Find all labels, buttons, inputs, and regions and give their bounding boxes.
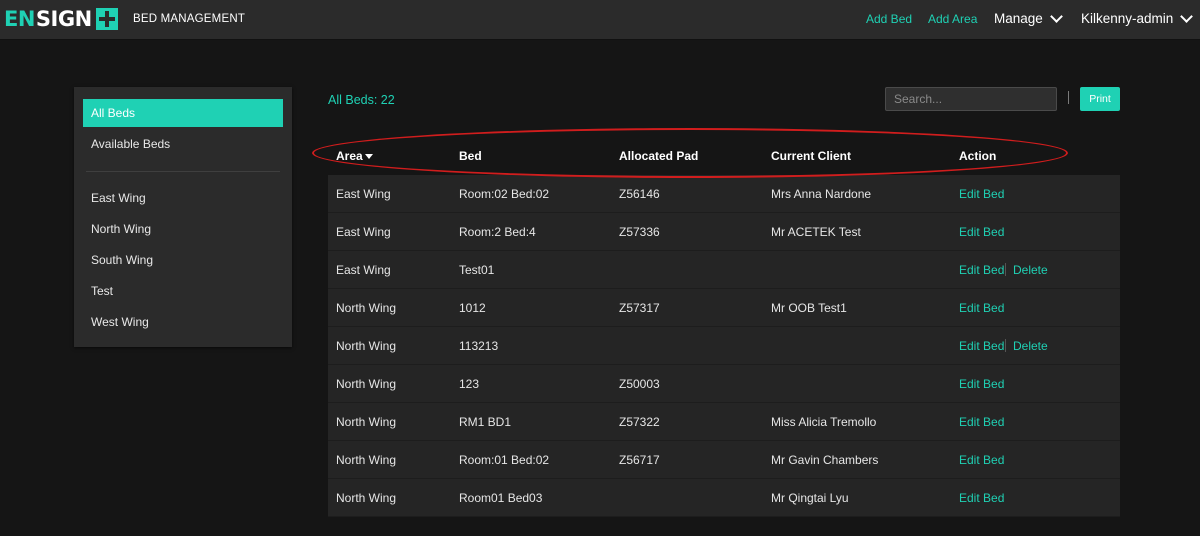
table-row: North Wing RM1 BD1 Z57322 Miss Alicia Tremo… xyxy=(328,403,1120,441)
cell-area: East Wing xyxy=(336,187,391,201)
cell-bed: Room:01 Bed:02 xyxy=(459,453,550,467)
table-row: North Wing 1012 Z57317 Mr OOB Test1 Edit Bed xyxy=(328,289,1120,327)
manage-menu-label: Manage xyxy=(994,11,1043,26)
logo-text-sign: SIGN xyxy=(35,6,92,31)
search-input[interactable] xyxy=(885,87,1057,111)
cell-area: North Wing xyxy=(336,453,397,467)
table-row: East Wing Test01 Edit Bed Delete xyxy=(328,251,1120,289)
sidebar: All Beds Available Beds East Wing North … xyxy=(74,87,292,347)
delete-bed-link[interactable]: Delete xyxy=(1013,263,1048,277)
cell-current-client: Mr Qingtai Lyu xyxy=(771,491,849,505)
ensign-logo[interactable]: EN SIGN xyxy=(4,7,118,31)
edit-bed-link[interactable]: Edit Bed xyxy=(959,187,1004,201)
edit-bed-link[interactable]: Edit Bed xyxy=(959,415,1004,429)
print-button[interactable]: Print xyxy=(1080,87,1120,111)
edit-bed-link[interactable]: Edit Bed xyxy=(959,301,1004,315)
user-menu-label: Kilkenny-admin xyxy=(1081,11,1174,26)
table-row: North Wing 113213 Edit Bed Delete xyxy=(328,327,1120,365)
column-header-allocated-pad[interactable]: Allocated Pad xyxy=(619,149,698,163)
cell-bed: 1012 xyxy=(459,301,486,315)
user-menu[interactable]: Kilkenny-admin xyxy=(1081,10,1194,26)
top-bar: EN SIGN BED MANAGEMENT Add Bed Add Area … xyxy=(0,0,1200,39)
cell-bed: Room01 Bed03 xyxy=(459,491,543,505)
cell-bed: 123 xyxy=(459,377,480,391)
column-header-action: Action xyxy=(959,149,997,163)
cell-allocated-pad: Z57336 xyxy=(619,225,660,239)
table-row: North Wing Room:01 Bed:02 Z56717 Mr Gavin C… xyxy=(328,441,1120,479)
table-header: Area Bed Allocated Pad Current Client Ac… xyxy=(328,137,1120,175)
sidebar-item-east-wing[interactable]: East Wing xyxy=(83,184,283,212)
column-header-area[interactable]: Area xyxy=(336,149,373,163)
table-row: North Wing 123 Z50003 Edit Bed xyxy=(328,365,1120,403)
table-row: North Wing Room01 Bed03 Mr Qingtai Lyu Edit… xyxy=(328,479,1120,517)
cell-allocated-pad: Z56717 xyxy=(619,453,660,467)
cell-area: East Wing xyxy=(336,263,391,277)
app-title: BED MANAGEMENT xyxy=(133,13,246,25)
cell-area: North Wing xyxy=(336,301,397,315)
edit-bed-link[interactable]: Edit Bed xyxy=(959,377,1004,391)
chevron-down-icon xyxy=(1180,10,1194,23)
edit-bed-link[interactable]: Edit Bed xyxy=(959,491,1004,505)
table-body: East Wing Room:02 Bed:02 Z56146 Mrs Anna Na… xyxy=(328,175,1120,517)
table-row: East Wing Room:02 Bed:02 Z56146 Mrs Anna Na… xyxy=(328,175,1120,213)
cell-bed: 113213 xyxy=(459,339,499,353)
sidebar-item-north-wing[interactable]: North Wing xyxy=(83,215,283,243)
add-area-link[interactable]: Add Area xyxy=(928,12,977,26)
cell-allocated-pad: Z57322 xyxy=(619,415,660,429)
column-header-label: Area xyxy=(336,149,363,163)
action-divider xyxy=(1005,339,1006,352)
chevron-down-icon xyxy=(1049,10,1063,23)
medical-cross-icon xyxy=(95,8,118,30)
cell-area: East Wing xyxy=(336,225,391,239)
cell-allocated-pad: Z57317 xyxy=(619,301,660,315)
sidebar-divider xyxy=(86,171,280,172)
cell-current-client: Miss Alicia Tremollo xyxy=(771,415,877,429)
cell-allocated-pad: Z50003 xyxy=(619,377,660,391)
cell-bed: RM1 BD1 xyxy=(459,415,512,429)
beds-table: Area Bed Allocated Pad Current Client Ac… xyxy=(328,137,1120,517)
cell-bed: Room:2 Bed:4 xyxy=(459,225,536,239)
cell-current-client: Mr OOB Test1 xyxy=(771,301,847,315)
delete-bed-link[interactable]: Delete xyxy=(1013,339,1048,353)
cell-current-client: Mr Gavin Chambers xyxy=(771,453,879,467)
sidebar-item-available-beds[interactable]: Available Beds xyxy=(83,130,283,158)
cell-bed: Test01 xyxy=(459,263,495,277)
cell-area: North Wing xyxy=(336,491,397,505)
bed-count-label: All Beds: 22 xyxy=(328,93,395,107)
table-row: East Wing Room:2 Bed:4 Z57336 Mr ACETEK Tes… xyxy=(328,213,1120,251)
column-header-bed[interactable]: Bed xyxy=(459,149,482,163)
column-header-current-client[interactable]: Current Client xyxy=(771,149,851,163)
manage-menu[interactable]: Manage xyxy=(994,10,1063,26)
sidebar-item-all-beds[interactable]: All Beds xyxy=(83,99,283,127)
logo-text-en: EN xyxy=(4,6,35,31)
edit-bed-link[interactable]: Edit Bed xyxy=(959,453,1004,467)
edit-bed-link[interactable]: Edit Bed xyxy=(959,339,1004,353)
sidebar-item-west-wing[interactable]: West Wing xyxy=(83,308,283,336)
action-divider xyxy=(1005,263,1006,276)
sidebar-item-test[interactable]: Test xyxy=(83,277,283,305)
sort-desc-icon xyxy=(364,154,373,160)
cell-allocated-pad: Z56146 xyxy=(619,187,660,201)
cell-area: North Wing xyxy=(336,377,397,391)
edit-bed-link[interactable]: Edit Bed xyxy=(959,225,1004,239)
cell-area: North Wing xyxy=(336,339,397,353)
cell-current-client: Mrs Anna Nardone xyxy=(771,187,872,201)
toolbar-divider xyxy=(1068,91,1069,104)
cell-current-client: Mr ACETEK Test xyxy=(771,225,861,239)
edit-bed-link[interactable]: Edit Bed xyxy=(959,263,1004,277)
cell-area: North Wing xyxy=(336,415,397,429)
cell-bed: Room:02 Bed:02 xyxy=(459,187,550,201)
sidebar-item-south-wing[interactable]: South Wing xyxy=(83,246,283,274)
add-bed-link[interactable]: Add Bed xyxy=(866,12,912,26)
